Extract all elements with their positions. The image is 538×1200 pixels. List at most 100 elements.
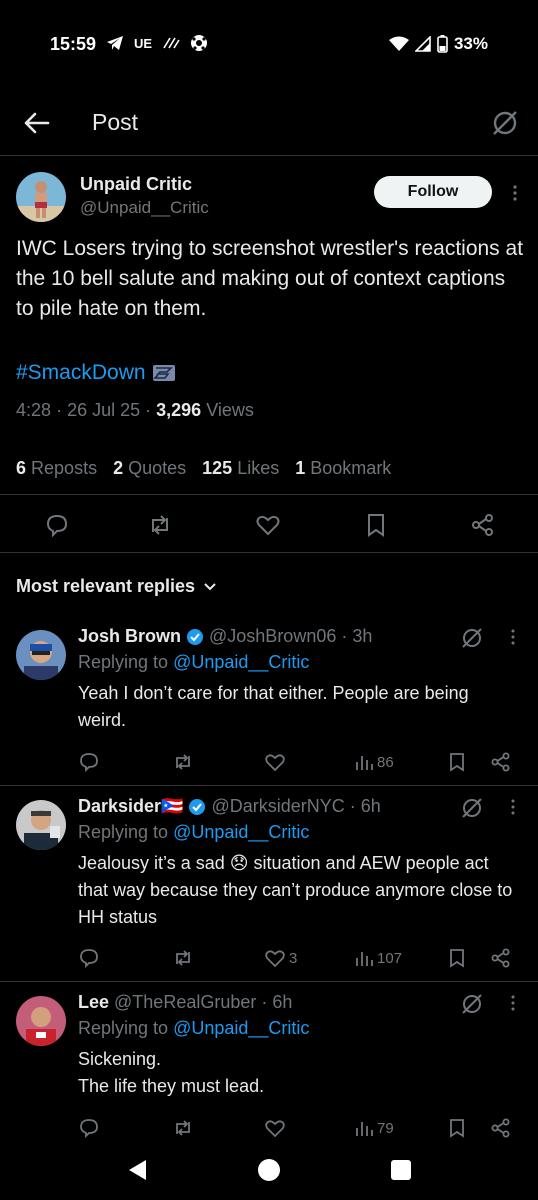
repost-icon[interactable] — [172, 750, 194, 774]
more-options-icon[interactable] — [508, 798, 518, 816]
battery-icon — [437, 35, 448, 53]
author-handle[interactable]: @Unpaid__Critic — [80, 198, 209, 218]
grok-icon[interactable] — [490, 108, 520, 138]
like-button[interactable]: 3 — [264, 946, 297, 970]
more-options-icon[interactable] — [510, 184, 520, 202]
reply-actions: 3 107 — [0, 946, 538, 970]
quotes-stat[interactable]: 2 Quotes — [113, 458, 186, 479]
replying-to-link[interactable]: @Unpaid__Critic — [173, 652, 309, 672]
replying-to-link[interactable]: @Unpaid__Critic — [173, 822, 309, 842]
reply-icon[interactable] — [78, 750, 100, 774]
post-meta: 4:28 · 26 Jul 25 · 3,296 Views — [16, 400, 254, 420]
bookmark-icon[interactable] — [446, 750, 468, 774]
grok-icon[interactable] — [460, 796, 484, 820]
share-icon[interactable] — [490, 750, 512, 774]
reply-text: Yeah I don’t care for that either. Peopl… — [78, 683, 469, 730]
reply-author-handle[interactable]: @DarksiderNYC — [211, 796, 344, 817]
telegram-icon — [107, 36, 123, 50]
views-label: Views — [206, 400, 254, 420]
hashtag-label[interactable]: #SmackDown — [16, 361, 146, 385]
reply-icon[interactable] — [78, 1116, 100, 1140]
replies-sort-dropdown[interactable]: Most relevant replies — [16, 576, 217, 597]
page-title: Post — [92, 109, 139, 135]
reposts-stat[interactable]: 6 Reposts — [16, 458, 97, 479]
more-options-icon[interactable] — [508, 628, 518, 646]
views-button[interactable]: 86 — [354, 750, 394, 774]
signal-icon — [414, 36, 431, 52]
battery-percent: 33% — [453, 34, 488, 53]
recents-square-icon[interactable] — [390, 1158, 412, 1182]
reply-actions: 86 — [0, 750, 538, 774]
replying-to-link[interactable]: @Unpaid__Critic — [173, 1018, 309, 1038]
post-time: 4:28 — [16, 400, 52, 420]
avatar[interactable] — [16, 800, 66, 850]
reply-author-handle[interactable]: @TheRealGruber — [114, 992, 256, 1013]
reply-author-handle[interactable]: @JoshBrown06 — [209, 626, 336, 647]
follow-button[interactable]: Follow — [374, 176, 492, 208]
avatar[interactable] — [16, 996, 66, 1046]
more-options-icon[interactable] — [508, 994, 518, 1012]
divider — [0, 981, 538, 982]
grok-icon[interactable] — [460, 992, 484, 1016]
quotes-count: 2 — [113, 458, 124, 478]
views-count: 79 — [377, 1119, 394, 1137]
likes-stat[interactable]: 125 Likes — [202, 458, 279, 479]
reply-time: 3h — [352, 626, 373, 646]
repost-icon[interactable] — [172, 946, 194, 970]
divider — [0, 552, 538, 553]
divider — [0, 494, 538, 495]
quotes-label: Quotes — [128, 458, 187, 478]
reply-author-name[interactable]: Lee — [78, 992, 109, 1013]
home-circle-icon[interactable] — [257, 1158, 281, 1182]
like-count: 3 — [289, 949, 298, 967]
avatar[interactable] — [16, 630, 66, 680]
reply-text: Jealousy it’s a sad 😞 situation and AEW … — [78, 853, 513, 927]
verified-badge-icon — [187, 628, 204, 645]
reply-author-name[interactable]: Darksider🇵🇷 — [78, 796, 183, 817]
share-icon[interactable] — [470, 512, 496, 538]
status-time: 15:59 — [50, 34, 97, 54]
replying-to: Replying to @Unpaid__Critic — [78, 1018, 309, 1039]
back-triangle-icon[interactable] — [126, 1158, 148, 1182]
like-button[interactable] — [264, 1116, 289, 1140]
like-icon — [265, 754, 285, 772]
views-button[interactable]: 79 — [354, 1116, 394, 1140]
post-actions — [0, 512, 538, 540]
views-count: 107 — [377, 949, 403, 967]
replying-to-prefix: Replying to — [78, 822, 169, 842]
share-icon[interactable] — [490, 1116, 512, 1140]
grok-icon[interactable] — [460, 626, 484, 650]
like-icon[interactable] — [255, 512, 281, 538]
repost-icon[interactable] — [172, 1116, 194, 1140]
status-bar: 15:59 UE 33% — [0, 0, 538, 90]
bookmark-icon[interactable] — [446, 946, 468, 970]
reply-actions: 79 — [0, 1116, 538, 1140]
chevron-down-icon — [204, 582, 216, 590]
views-count: 3,296 — [156, 400, 202, 420]
back-arrow-icon[interactable] — [22, 108, 52, 138]
avatar[interactable] — [16, 172, 66, 222]
views-button[interactable]: 107 — [354, 946, 402, 970]
like-button[interactable] — [264, 750, 289, 774]
reply-author-name[interactable]: Josh Brown — [78, 626, 181, 647]
likes-label: Likes — [237, 458, 280, 478]
like-icon — [265, 950, 285, 968]
share-icon[interactable] — [490, 946, 512, 970]
reply-icon[interactable] — [78, 946, 100, 970]
network-icon — [163, 37, 180, 49]
post-stats: 6 Reposts 2 Quotes 125 Likes 1 Bookmark — [16, 458, 391, 479]
bookmark-icon[interactable] — [363, 512, 389, 538]
reposts-label: Reposts — [31, 458, 98, 478]
verified-badge-icon — [189, 798, 206, 815]
football-icon — [191, 35, 208, 51]
reply-icon[interactable] — [44, 512, 70, 538]
replying-to: Replying to @Unpaid__Critic — [78, 652, 309, 673]
views-icon — [356, 952, 373, 966]
wifi-icon — [388, 36, 409, 51]
bookmarks-count: 1 — [295, 458, 306, 478]
bookmarks-stat[interactable]: 1 Bookmark — [295, 458, 391, 479]
hashtag-link[interactable]: #SmackDown — [16, 361, 176, 385]
bookmark-icon[interactable] — [446, 1116, 468, 1140]
author-name[interactable]: Unpaid Critic — [80, 174, 192, 195]
repost-icon[interactable] — [147, 512, 173, 538]
